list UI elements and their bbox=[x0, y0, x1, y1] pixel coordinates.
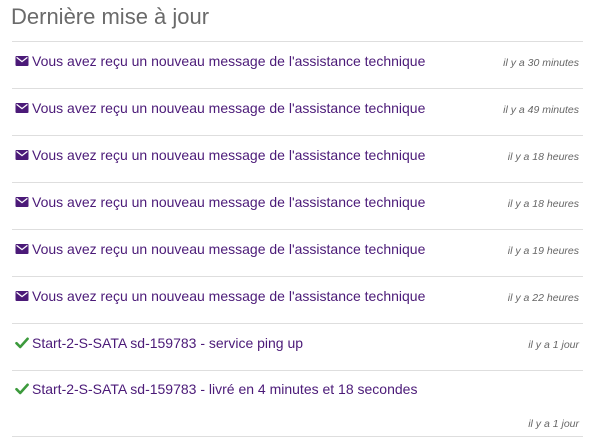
envelope-icon bbox=[15, 101, 29, 115]
item-timestamp: il y a 18 heures bbox=[507, 198, 579, 210]
support-message-link[interactable]: Vous avez reçu un nouveau message de l'a… bbox=[32, 287, 425, 305]
list-item: Vous avez reçu un nouveau message de l'a… bbox=[12, 276, 583, 323]
list-item-main: Vous avez reçu un nouveau message de l'a… bbox=[15, 240, 425, 258]
envelope-icon bbox=[15, 148, 29, 162]
panel-title: Dernière mise à jour bbox=[11, 4, 210, 29]
list-item: Start-2-S-SATA sd-159783 - livré en 4 mi… bbox=[12, 370, 583, 436]
list-item: Vous avez reçu un nouveau message de l'a… bbox=[12, 88, 583, 135]
list-item: Vous avez reçu un nouveau message de l'a… bbox=[12, 135, 583, 182]
item-timestamp: il y a 19 heures bbox=[507, 245, 579, 257]
list-item-main: Vous avez reçu un nouveau message de l'a… bbox=[15, 146, 425, 164]
item-timestamp: il y a 30 minutes bbox=[503, 57, 579, 69]
support-message-link[interactable]: Vous avez reçu un nouveau message de l'a… bbox=[32, 99, 425, 117]
server-event-link[interactable]: Start-2-S-SATA sd-159783 - livré en 4 mi… bbox=[32, 380, 417, 398]
list-item-main: Vous avez reçu un nouveau message de l'a… bbox=[15, 193, 425, 211]
support-message-link[interactable]: Vous avez reçu un nouveau message de l'a… bbox=[32, 52, 425, 70]
list-item: Vous avez reçu un nouveau message de l'a… bbox=[12, 229, 583, 276]
list-item-main: Start-2-S-SATA sd-159783 - livré en 4 mi… bbox=[15, 380, 417, 398]
list-item-main: Vous avez reçu un nouveau message de l'a… bbox=[15, 99, 425, 117]
item-timestamp: il y a 1 jour bbox=[528, 418, 579, 430]
check-icon bbox=[15, 336, 29, 350]
updates-list: Vous avez reçu un nouveau message de l'a… bbox=[12, 41, 583, 437]
envelope-icon bbox=[15, 54, 29, 68]
support-message-link[interactable]: Vous avez reçu un nouveau message de l'a… bbox=[32, 146, 425, 164]
envelope-icon bbox=[15, 242, 29, 256]
list-item: Start-2-S-SATA sd-159783 - service ping … bbox=[12, 323, 583, 370]
list-item-main: Vous avez reçu un nouveau message de l'a… bbox=[15, 52, 425, 70]
list-item: Vous avez reçu un nouveau message de l'a… bbox=[12, 41, 583, 88]
item-timestamp: il y a 49 minutes bbox=[503, 104, 579, 116]
envelope-icon bbox=[15, 289, 29, 303]
list-item: Vous avez reçu un nouveau message de l'a… bbox=[12, 182, 583, 229]
item-timestamp: il y a 18 heures bbox=[507, 151, 579, 163]
support-message-link[interactable]: Vous avez reçu un nouveau message de l'a… bbox=[32, 193, 425, 211]
list-item-main: Vous avez reçu un nouveau message de l'a… bbox=[15, 287, 425, 305]
check-icon bbox=[15, 382, 29, 396]
envelope-icon bbox=[15, 195, 29, 209]
item-timestamp: il y a 1 jour bbox=[528, 339, 579, 351]
list-divider bbox=[12, 436, 583, 437]
support-message-link[interactable]: Vous avez reçu un nouveau message de l'a… bbox=[32, 240, 425, 258]
server-event-link[interactable]: Start-2-S-SATA sd-159783 - service ping … bbox=[32, 334, 303, 352]
item-timestamp: il y a 22 heures bbox=[507, 292, 579, 304]
latest-updates-panel: Dernière mise à jour Vous avez reçu un n… bbox=[0, 0, 596, 440]
list-item-main: Start-2-S-SATA sd-159783 - service ping … bbox=[15, 334, 303, 352]
